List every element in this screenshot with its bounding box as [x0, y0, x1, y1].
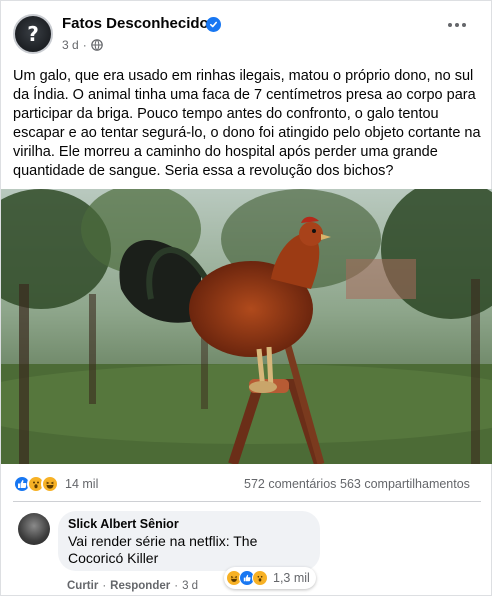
page-name-link[interactable]: Fatos Desconhecidos [62, 15, 217, 32]
rooster-photo-illustration [1, 189, 492, 464]
like-comment-button[interactable]: Curtir [67, 580, 98, 592]
action-separator: · [102, 580, 107, 592]
globe-icon [90, 39, 103, 51]
comments-count-link[interactable]: 572 comentários [244, 477, 336, 491]
page-avatar[interactable]: ? [13, 14, 53, 54]
reactions-row: 14 mil 572 comentários 563 compartilhame… [13, 475, 481, 495]
comment-reactions-count: 1,3 mil [273, 571, 310, 585]
more-dot-icon [448, 23, 452, 27]
comment-reactions[interactable]: 1,3 mil [224, 567, 316, 589]
commenter-avatar[interactable] [18, 513, 50, 545]
post-photo[interactable] [1, 189, 492, 464]
haha-icon [41, 475, 59, 493]
meta-separator: · [82, 38, 87, 52]
comment-actions: Curtir · Responder · 3 d [67, 580, 198, 592]
more-dot-icon [462, 23, 466, 27]
divider [13, 501, 481, 502]
comment-bubble: Slick Albert Sênior Vai render série na … [58, 511, 320, 571]
reactions-count[interactable]: 14 mil [65, 477, 98, 491]
reaction-icons[interactable] [13, 475, 59, 493]
comment-text: Vai render série na netflix: The Cocoric… [68, 533, 258, 566]
action-separator: · [174, 580, 179, 592]
reply-comment-button[interactable]: Responder [110, 580, 170, 592]
post-card: ? Fatos Desconhecidos 3 d · Um galo, que… [0, 0, 492, 596]
more-dot-icon [455, 23, 459, 27]
post-time[interactable]: 3 d [62, 38, 79, 52]
verified-badge-icon [206, 17, 221, 32]
post-meta: 3 d · [62, 38, 103, 52]
more-options-button[interactable] [445, 13, 469, 37]
wow-icon [252, 570, 268, 586]
post-text: Um galo, que era usado em rinhas ilegais… [13, 68, 481, 179]
question-mark-logo-icon: ? [27, 22, 39, 46]
comment-time[interactable]: 3 d [182, 580, 198, 592]
shares-count-link[interactable]: 563 compartilhamentos [340, 477, 470, 491]
comment-author-link[interactable]: Slick Albert Sênior [68, 517, 179, 531]
